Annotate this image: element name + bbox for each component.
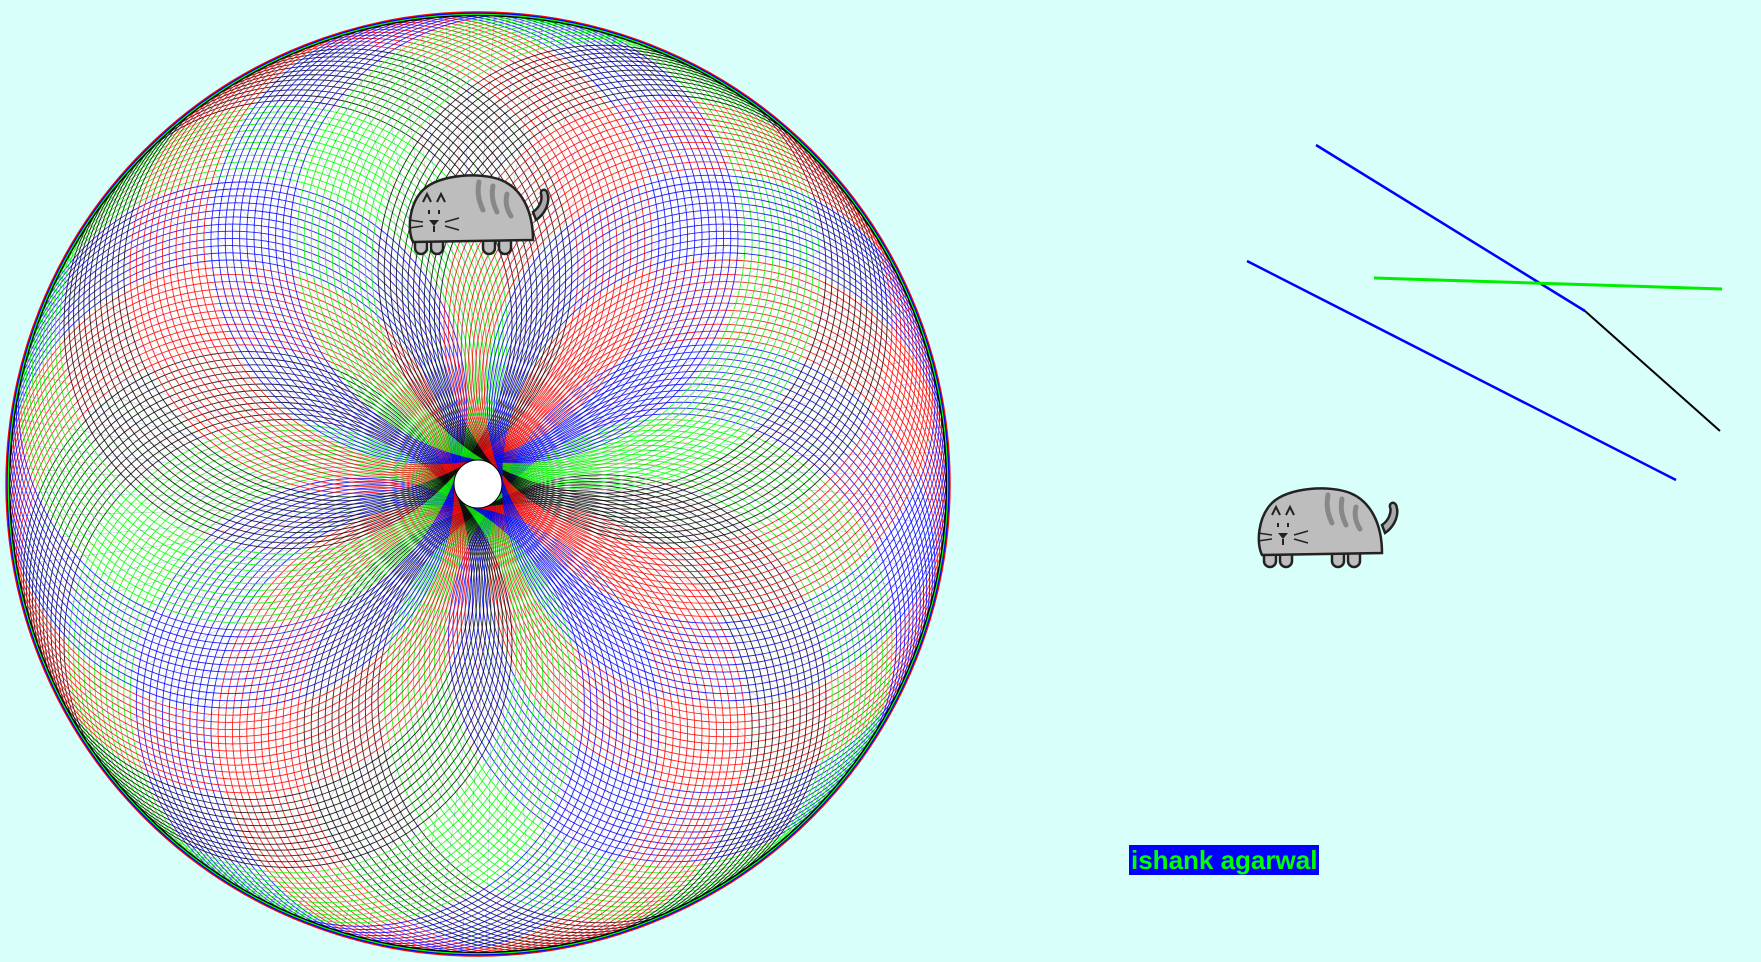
cat-icon xyxy=(408,174,550,256)
cat-sprite-1[interactable] xyxy=(405,170,555,265)
drawing-canvas[interactable]: ishank agarwal xyxy=(0,0,1761,962)
cat-sprite-2[interactable] xyxy=(1254,483,1404,578)
cat-icon xyxy=(1257,487,1399,569)
name-label: ishank agarwal xyxy=(1129,845,1320,875)
blue-line-lower xyxy=(1246,259,1677,482)
blue-line-upper xyxy=(1315,143,1586,313)
black-line xyxy=(1584,310,1721,432)
line-drawings xyxy=(1246,143,1723,482)
